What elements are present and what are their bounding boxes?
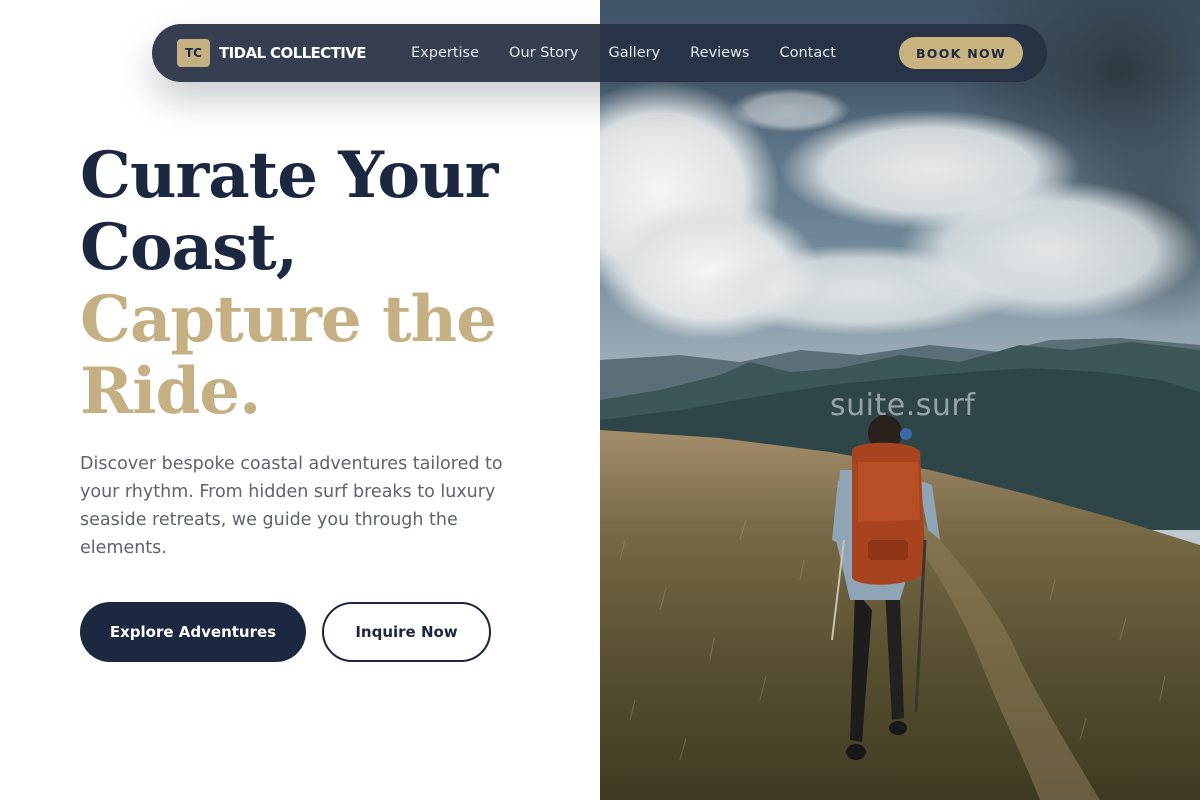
nav-link-contact[interactable]: Contact <box>779 45 835 61</box>
headline-line-1: Curate Your <box>80 138 498 213</box>
headline-line-3: Capture the <box>80 282 497 357</box>
watermark-text: suite.surf <box>830 388 976 423</box>
hero-headline: Curate Your Coast, Capture the Ride. <box>80 140 580 428</box>
headline-line-2: Coast, <box>80 210 298 285</box>
hero-description: Discover bespoke coastal adventures tail… <box>80 454 503 558</box>
brand-logo[interactable]: TC TIDAL COLLECTIVE <box>177 39 366 67</box>
explore-adventures-button[interactable]: Explore Adventures <box>80 602 306 662</box>
book-now-button[interactable]: BOOK NOW <box>899 37 1023 69</box>
nav-link-expertise[interactable]: Expertise <box>411 45 479 61</box>
brand-name: TIDAL COLLECTIVE <box>219 44 366 62</box>
logo-mark: TC <box>177 39 210 67</box>
nav-links: Expertise Our Story Gallery Reviews Cont… <box>411 24 836 82</box>
nav-link-gallery[interactable]: Gallery <box>609 45 661 61</box>
nav-link-our-story[interactable]: Our Story <box>509 45 578 61</box>
top-navigation: TC TIDAL COLLECTIVE Expertise Our Story … <box>152 24 1047 82</box>
inquire-now-button[interactable]: Inquire Now <box>322 602 491 662</box>
nav-link-reviews[interactable]: Reviews <box>690 45 749 61</box>
hero-image: suite.surf <box>600 0 1200 800</box>
headline-line-4: Ride. <box>80 354 261 429</box>
